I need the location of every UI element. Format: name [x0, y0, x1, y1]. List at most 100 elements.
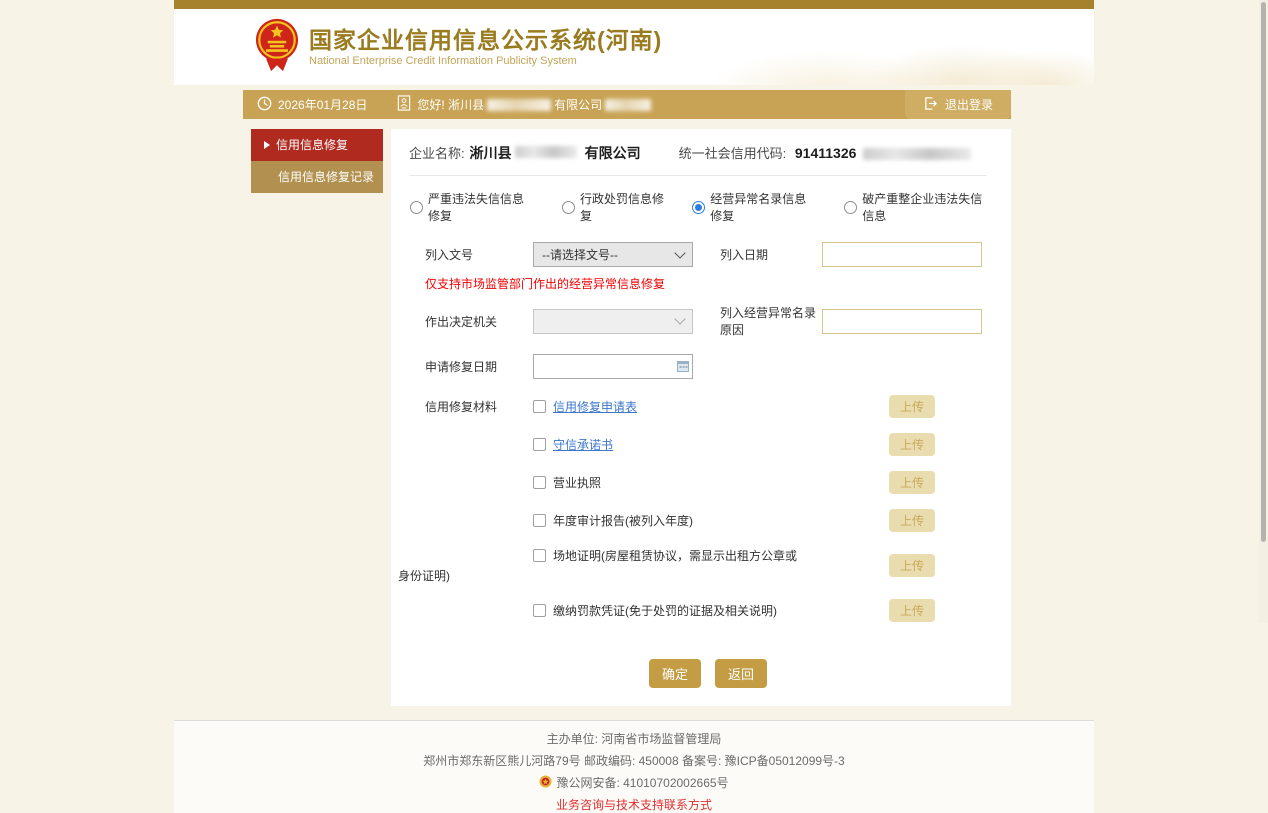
site-header: 国家企业信用信息公示系统(河南) National Enterprise Cre…	[174, 9, 1094, 85]
police-badge-icon	[539, 774, 552, 791]
logout-button[interactable]: 退出登录	[904, 90, 1011, 119]
scrollbar-thumb[interactable]	[1261, 2, 1266, 542]
material-row-business-license: 营业执照 上传	[533, 471, 991, 494]
sidebar-item-repair-records[interactable]: 信用信息修复记录	[251, 161, 383, 193]
material-link-application-form[interactable]: 信用修复申请表	[553, 398, 637, 415]
upload-button[interactable]: 上传	[889, 433, 935, 456]
radio-label: 行政处罚信息修复	[580, 192, 665, 223]
date-section: 2026年01月28日	[257, 96, 367, 114]
material-row-site-certificate: 场地证明(房屋租赁协议，需显示出租方公章或 身份证明) 上传	[398, 547, 991, 584]
form-row-docno-date: 列入文号 --请选择文号-- 列入日期	[425, 242, 991, 267]
logout-icon	[923, 96, 938, 114]
checkbox-icon[interactable]	[533, 438, 546, 451]
site-title-block: 国家企业信用信息公示系统(河南) National Enterprise Cre…	[309, 27, 662, 67]
list-date-input[interactable]	[822, 242, 982, 267]
material-row-application-form: 信用修复申请表 上传	[533, 395, 991, 418]
repair-form: 列入文号 --请选择文号-- 列入日期 仅支持市场监管部门作出的经营异常信息修复…	[398, 242, 991, 688]
site-subtitle: National Enterprise Credit Information P…	[309, 55, 577, 67]
credit-code-value: 91411326	[794, 145, 857, 161]
logout-label: 退出登录	[944, 98, 993, 112]
page-footer: 主办单位: 河南省市场监督管理局 郑州市郑东新区熊儿河路79号 邮政编码: 45…	[174, 720, 1094, 813]
back-button[interactable]: 返回	[715, 659, 768, 688]
authority-label: 作出决定机关	[425, 314, 498, 329]
radio-serious-violation[interactable]: 严重违法失信信息修复	[410, 190, 535, 224]
form-row-apply-date: 申请修复日期	[425, 354, 991, 379]
form-row-authority-reason: 作出决定机关 列入经营异常名录原因	[425, 304, 991, 338]
redacted-user-name	[605, 98, 652, 111]
radio-circle-icon[interactable]	[410, 200, 423, 214]
radio-admin-penalty[interactable]: 行政处罚信息修复	[562, 190, 665, 224]
user-bar: 2026年01月28日 您好! 淅川县 有限公司 退出登录	[243, 90, 1011, 119]
greeting-text: 您好! 淅川县 有限公司	[417, 96, 654, 113]
radio-label: 经营异常名录信息修复	[710, 192, 807, 223]
list-date-label: 列入日期	[720, 248, 769, 262]
credit-code-label: 统一社会信用代码:	[678, 146, 787, 161]
upload-button[interactable]: 上传	[889, 509, 935, 532]
redacted-credit-code-part	[863, 148, 972, 160]
material-label: 年度审计报告(被列入年度)	[553, 514, 693, 528]
calendar-icon[interactable]	[677, 360, 689, 375]
checkbox-icon[interactable]	[533, 476, 546, 489]
doc-no-label: 列入文号	[425, 248, 474, 262]
scrollbar[interactable]	[1259, 0, 1268, 623]
checkbox-icon[interactable]	[533, 549, 546, 562]
company-name-suffix: 有限公司	[584, 145, 641, 161]
chevron-down-icon	[674, 313, 686, 325]
apply-date-label: 申请修复日期	[425, 360, 498, 374]
material-link-commitment-letter[interactable]: 守信承诺书	[553, 436, 613, 453]
radio-circle-icon[interactable]	[562, 200, 575, 214]
doc-no-select[interactable]: --请选择文号--	[533, 242, 693, 267]
material-label: 场地证明(房屋租赁协议，需显示出租方公章或	[553, 549, 797, 563]
apply-date-wrap	[533, 354, 693, 379]
material-row-commitment-letter: 守信承诺书 上传	[533, 433, 991, 456]
upload-button[interactable]: 上传	[889, 395, 935, 418]
radio-circle-icon[interactable]	[844, 200, 858, 214]
chevron-down-icon	[674, 246, 686, 259]
upload-button[interactable]: 上传	[889, 471, 935, 494]
footer-security-number: 豫公网安备: 41010702002665号	[556, 776, 729, 790]
upload-button[interactable]: 上传	[889, 599, 935, 622]
footer-security-line: 豫公网安备: 41010702002665号	[174, 774, 1094, 791]
form-actions: 确定 返回	[425, 659, 991, 688]
reason-input[interactable]	[822, 308, 982, 334]
radio-bankruptcy-reorg[interactable]: 破产重整企业违法失信信息	[844, 190, 991, 224]
radio-label: 严重违法失信信息修复	[428, 192, 525, 223]
radio-abnormal-operation[interactable]: 经营异常名录信息修复	[692, 190, 817, 224]
materials-section: 信用修复材料 信用修复申请表 上传 守信承诺书 上传 营业执照 上传 年度审计报…	[398, 395, 991, 637]
content-panel: 企业名称: 淅川县 有限公司 统一社会信用代码: 91411326 严重违法失信…	[391, 129, 1011, 706]
apply-date-input[interactable]	[533, 354, 693, 379]
radio-circle-icon-checked[interactable]	[692, 200, 706, 214]
material-label: 缴纳罚款凭证(免于处罚的证据及相关说明)	[553, 604, 777, 618]
greeting-section: 您好! 淅川县 有限公司	[397, 95, 654, 114]
footer-address-icp: 郑州市郑东新区熊儿河路79号 邮政编码: 450008 备案号: 豫ICP备05…	[423, 754, 845, 768]
clock-icon	[257, 96, 272, 114]
greeting-prefix: 您好! 淅川县	[417, 98, 485, 112]
active-arrow-icon	[264, 141, 270, 149]
national-emblem-logo	[254, 18, 300, 77]
main-area: 信用信息修复 信用信息修复记录 企业名称: 淅川县 有限公司 统一社会信用代码:…	[174, 119, 1094, 706]
redacted-company-name-part	[514, 146, 577, 158]
materials-list: 信用修复申请表 上传 守信承诺书 上传 营业执照 上传 年度审计报告(被列入年度…	[398, 395, 991, 637]
divider	[409, 175, 987, 176]
checkbox-icon[interactable]	[533, 514, 546, 527]
sidebar-item-credit-repair[interactable]: 信用信息修复	[251, 129, 383, 161]
doc-no-selected-value: --请选择文号--	[542, 248, 618, 262]
greeting-suffix: 有限公司	[554, 98, 603, 112]
repair-notice: 仅支持市场监管部门作出的经营异常信息修复	[425, 277, 666, 291]
checkbox-icon[interactable]	[533, 604, 546, 617]
material-label-wrap: 身份证明)	[398, 569, 450, 583]
company-name-label: 企业名称:	[409, 146, 465, 161]
repair-type-radio-group: 严重违法失信信息修复 行政处罚信息修复 经营异常名录信息修复 破产重整企业违法失…	[403, 190, 991, 224]
reason-label: 列入经营异常名录原因	[720, 306, 817, 337]
material-row-fine-receipt: 缴纳罚款凭证(免于处罚的证据及相关说明) 上传	[533, 599, 991, 622]
material-label: 营业执照	[553, 476, 602, 490]
confirm-button[interactable]: 确定	[648, 659, 701, 688]
upload-button[interactable]: 上传	[889, 554, 935, 577]
authority-select[interactable]	[533, 308, 693, 334]
credit-code-group: 统一社会信用代码: 91411326	[679, 143, 974, 162]
checkbox-icon[interactable]	[533, 400, 546, 413]
company-info-row: 企业名称: 淅川县 有限公司 统一社会信用代码: 91411326	[403, 143, 991, 163]
footer-contact-link[interactable]: 业务咨询与技术支持联系方式	[174, 796, 1094, 813]
site-title: 国家企业信用信息公示系统(河南)	[309, 27, 663, 53]
current-date: 2026年01月28日	[278, 98, 368, 112]
